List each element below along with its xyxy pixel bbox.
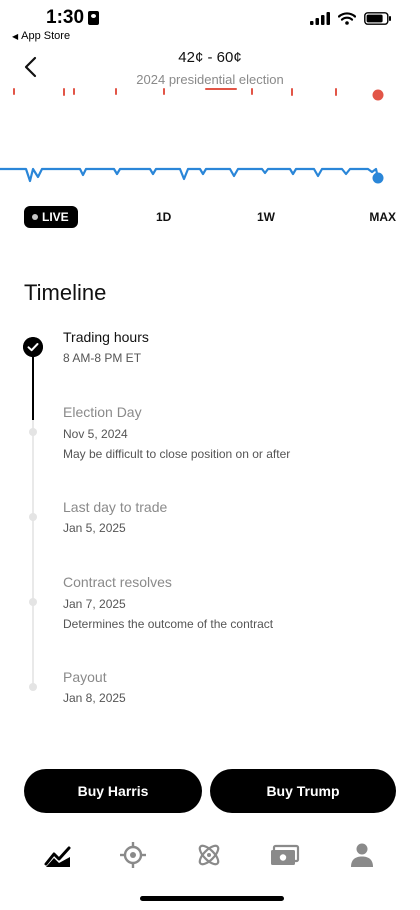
cash-icon[interactable]	[270, 840, 300, 870]
range-live-button[interactable]: LIVE	[24, 206, 78, 228]
step-payout-date: Jan 8, 2025	[63, 691, 126, 705]
step-last-trade-date: Jan 5, 2025	[63, 521, 126, 535]
home-indicator[interactable]	[140, 896, 284, 901]
chart-icon[interactable]	[43, 840, 73, 870]
timeline-progress-line	[32, 346, 34, 420]
status-indicators	[310, 12, 392, 25]
battery-icon	[364, 12, 391, 25]
step-trading-hours-title: Trading hours	[63, 329, 149, 345]
step-election-day-dot	[29, 428, 37, 436]
buy-harris-button[interactable]: Buy Harris	[24, 769, 202, 813]
step-election-day-note: May be difficult to close position on or…	[63, 447, 291, 461]
timeline-heading: Timeline	[24, 280, 107, 305]
range-1d-button[interactable]: 1D	[156, 206, 171, 228]
market-subtitle: 2024 presidential election	[136, 72, 284, 87]
back-triangle-icon: ◀	[12, 31, 19, 41]
time-range-selector: LIVE 1D 1W MAX	[24, 206, 396, 228]
back-app-label: App Store	[21, 30, 71, 42]
status-time: 1:30	[46, 7, 85, 28]
focus-badge-icon	[88, 11, 99, 25]
step-trading-hours-detail: 8 AM-8 PM ET	[63, 351, 142, 365]
blue-series-line	[0, 167, 380, 183]
range-live-label: LIVE	[42, 210, 69, 224]
red-series-marks	[13, 88, 337, 96]
step-election-day-date: Nov 5, 2024	[63, 427, 128, 441]
timeline-track-line	[32, 420, 34, 688]
range-1w-button[interactable]: 1W	[257, 206, 275, 228]
blue-series-endpoint	[372, 172, 384, 184]
check-circle-icon	[23, 337, 43, 357]
back-to-app-link[interactable]: ◀ App Store	[12, 30, 70, 42]
step-contract-resolves-dot	[29, 598, 37, 606]
range-max-button[interactable]: MAX	[369, 206, 396, 228]
price-range-title: 42¢ - 60¢	[178, 49, 242, 66]
signal-icon	[310, 12, 330, 25]
atom-icon[interactable]	[194, 840, 224, 870]
target-icon[interactable]	[118, 840, 148, 870]
live-dot-icon	[32, 214, 38, 220]
step-contract-resolves-title: Contract resolves	[63, 574, 172, 590]
price-chart[interactable]	[0, 86, 420, 196]
wifi-icon	[338, 12, 356, 25]
step-last-trade-title: Last day to trade	[63, 499, 168, 515]
step-contract-resolves-date: Jan 7, 2025	[63, 597, 126, 611]
red-series-endpoint	[372, 89, 384, 101]
step-contract-resolves-note: Determines the outcome of the contract	[63, 617, 274, 631]
step-last-trade-dot	[29, 513, 37, 521]
buy-trump-button[interactable]: Buy Trump	[210, 769, 396, 813]
step-payout-title: Payout	[63, 669, 107, 685]
step-election-day-title: Election Day	[63, 404, 142, 420]
status-bar: 1:30 ◀ App Store	[0, 0, 420, 44]
step-payout-dot	[29, 683, 37, 691]
person-icon[interactable]	[347, 840, 377, 870]
